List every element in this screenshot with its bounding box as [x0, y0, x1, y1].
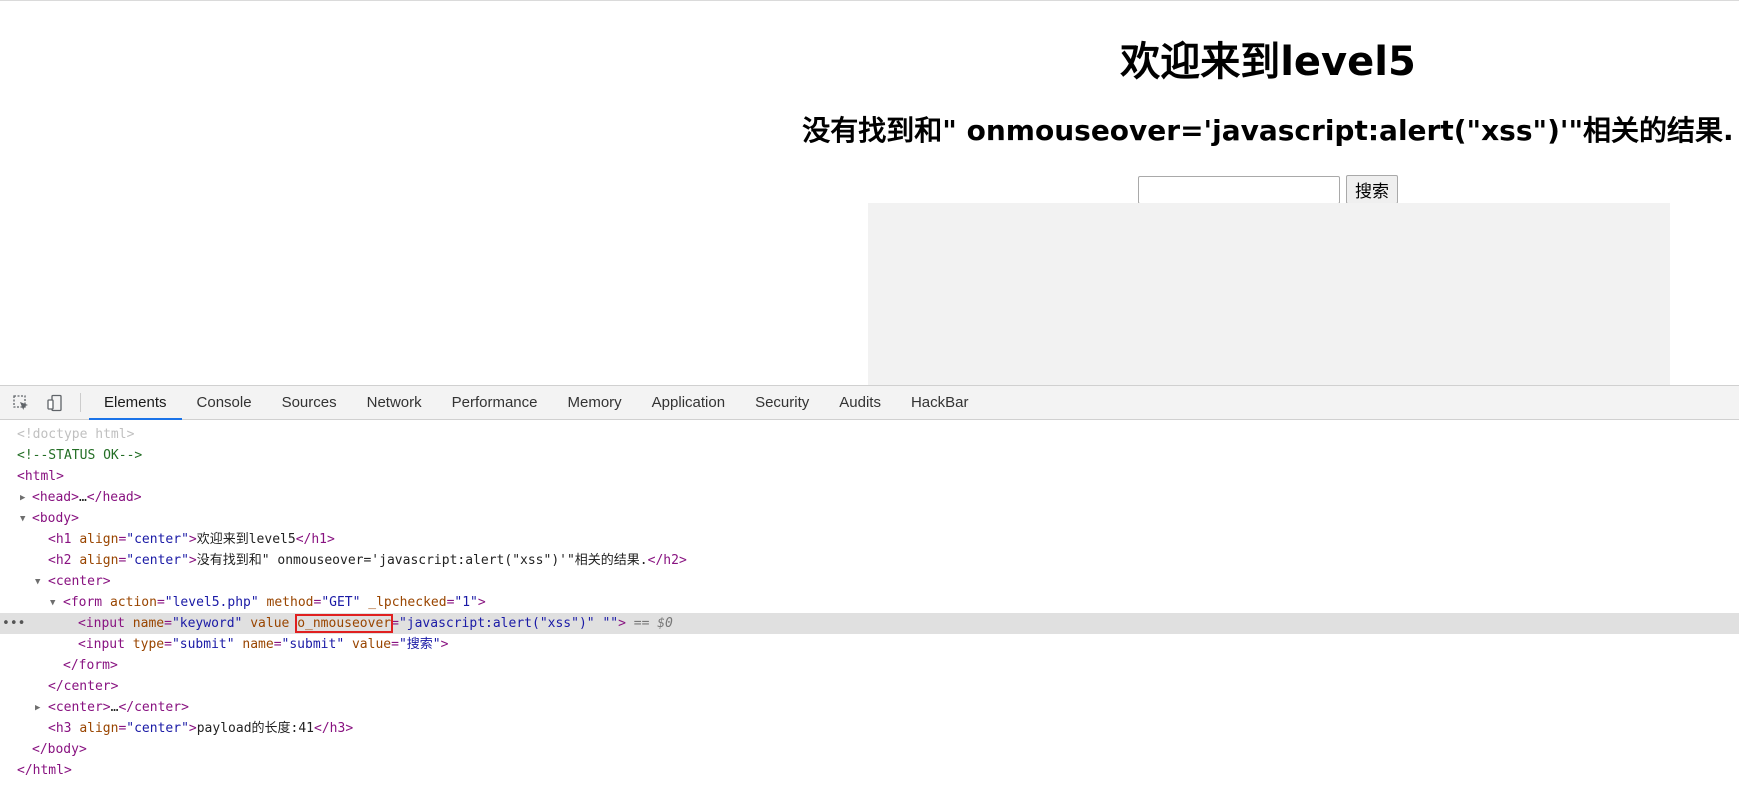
tab-elements[interactable]: Elements: [89, 386, 182, 420]
form-lpchecked-value: "1": [454, 595, 478, 610]
center-open-tag: <center>: [48, 574, 111, 589]
form-lpchecked-attr: _lpchecked: [368, 595, 447, 610]
dom-node-h2[interactable]: <h2 align="center">没有找到和" onmouseover='j…: [0, 550, 1739, 571]
tab-audits[interactable]: Audits: [824, 386, 896, 419]
dom-node-doctype[interactable]: <!doctype html>: [0, 424, 1739, 445]
dom-node-input-submit[interactable]: <input type="submit" name="submit" value…: [0, 634, 1739, 655]
h1-text-node: 欢迎来到level5: [196, 532, 296, 547]
dom-node-head[interactable]: ▶ <head>…</head>: [0, 487, 1739, 508]
page-viewport: 欢迎来到level5 没有找到和" onmouseover='javascrip…: [0, 0, 1739, 385]
tab-sources[interactable]: Sources: [267, 386, 352, 419]
head-close-tag: </head>: [86, 490, 142, 505]
dom-node-center-2[interactable]: ▶ <center>…</center>: [0, 697, 1739, 718]
toolbar-divider: [80, 393, 81, 412]
input1-name-value: "keyword": [171, 616, 243, 631]
input1-empty-attr: "": [602, 616, 619, 631]
collapse-arrow-icon[interactable]: ▼: [50, 593, 55, 614]
devtools-panel: Elements Console Sources Network Perform…: [0, 385, 1739, 785]
collapse-arrow-icon[interactable]: ▼: [20, 509, 25, 530]
dom-node-html[interactable]: <html>: [0, 466, 1739, 487]
injected-attr-value: "javascript:alert("xss")": [398, 616, 595, 631]
tab-console[interactable]: Console: [182, 386, 267, 419]
h2-attr-name: align: [79, 553, 119, 568]
h3-open-tag: <h3: [48, 721, 72, 736]
h3-attr-value: "center": [126, 721, 189, 736]
devtools-toolbar: Elements Console Sources Network Perform…: [0, 386, 1739, 420]
dom-node-body[interactable]: ▼ <body>: [0, 508, 1739, 529]
input2-value-value: "搜索": [398, 637, 441, 652]
collapse-arrow-icon[interactable]: ▼: [35, 572, 40, 593]
input1-name-attr: name: [132, 616, 165, 631]
tab-application[interactable]: Application: [637, 386, 740, 419]
dom-node-form-close[interactable]: </form>: [0, 655, 1739, 676]
dom-node-form[interactable]: ▼ <form action="level5.php" method="GET" …: [0, 592, 1739, 613]
doctype-text: <!doctype html>: [17, 427, 135, 442]
input2-open-tag: <input: [78, 637, 125, 652]
h2-attr-value: "center": [126, 553, 189, 568]
form-method-value: "GET": [321, 595, 361, 610]
center-close-tag: </center>: [48, 679, 119, 694]
input2-type-attr: type: [132, 637, 165, 652]
dom-node-html-close[interactable]: </html>: [0, 760, 1739, 781]
comment-text: <!--STATUS OK-->: [17, 448, 143, 463]
inspect-element-icon[interactable]: [8, 386, 34, 419]
html-close-tag: </html>: [17, 763, 72, 778]
form-action-value: "level5.php": [164, 595, 259, 610]
input2-name-attr: name: [242, 637, 274, 652]
tab-memory[interactable]: Memory: [553, 386, 637, 419]
tab-hackbar[interactable]: HackBar: [896, 386, 984, 419]
form-open-tag: <form: [63, 595, 103, 610]
h2-open-tag: <h2: [48, 553, 72, 568]
injected-attr-highlight: o_nmouseover: [295, 614, 394, 633]
dom-node-comment[interactable]: <!--STATUS OK-->: [0, 445, 1739, 466]
body-close-tag: </body>: [32, 742, 87, 757]
body-open-tag: <body>: [32, 511, 79, 526]
h3-close-tag: </h3>: [314, 721, 354, 736]
form-close-tag: </form>: [63, 658, 118, 673]
page-title: 欢迎来到level5: [1120, 39, 1416, 85]
search-button[interactable]: 搜索: [1346, 175, 1398, 204]
h2-text-node: 没有找到和" onmouseover='javascript:alert("xs…: [196, 553, 648, 568]
dom-node-h3[interactable]: <h3 align="center">payload的长度:41</h3>: [0, 718, 1739, 739]
more-options-icon[interactable]: •••: [2, 613, 25, 634]
head-ellipsis[interactable]: …: [79, 490, 87, 505]
search-form: 搜索: [1138, 175, 1398, 204]
page-image-placeholder: [868, 203, 1670, 385]
h1-open-tag: <h1: [48, 532, 72, 547]
head-open-tag: <head>: [32, 490, 79, 505]
h1-close-tag: </h1>: [295, 532, 335, 547]
center2-open-tag: <center>: [48, 700, 111, 715]
input2-type-value: "submit": [171, 637, 235, 652]
selected-node-indicator: == $0: [633, 616, 673, 631]
dom-node-center[interactable]: ▼ <center>: [0, 571, 1739, 592]
dom-node-body-close[interactable]: </body>: [0, 739, 1739, 760]
center2-close-tag: </center>: [118, 700, 189, 715]
tab-performance[interactable]: Performance: [437, 386, 553, 419]
h3-attr-name: align: [79, 721, 119, 736]
device-toolbar-icon[interactable]: [42, 386, 68, 419]
expand-arrow-icon[interactable]: ▶: [35, 698, 40, 719]
tab-network[interactable]: Network: [352, 386, 437, 419]
h2-close-tag: </h2>: [647, 553, 687, 568]
dom-node-center-close[interactable]: </center>: [0, 676, 1739, 697]
dom-node-h1[interactable]: <h1 align="center">欢迎来到level5</h1>: [0, 529, 1739, 550]
html-open-tag: <html>: [17, 469, 64, 484]
keyword-input[interactable]: [1138, 175, 1340, 204]
form-method-attr: method: [266, 595, 314, 610]
input2-name-value: "submit": [281, 637, 345, 652]
dom-node-input-keyword-selected[interactable]: ••• <input name="keyword" value o_nmouseo…: [0, 613, 1739, 634]
elements-dom-tree: <!doctype html> <!--STATUS OK--> <html> …: [0, 420, 1739, 781]
tab-security[interactable]: Security: [740, 386, 824, 419]
input1-value-attr: value: [250, 616, 290, 631]
search-result-message: 没有找到和" onmouseover='javascript:alert("xs…: [802, 114, 1734, 147]
h3-text-node: payload的长度:41: [196, 721, 315, 736]
input1-open-tag: <input: [78, 616, 125, 631]
input2-value-attr: value: [351, 637, 392, 652]
form-action-attr: action: [109, 595, 157, 610]
h1-attr-value: "center": [126, 532, 189, 547]
h1-attr-name: align: [79, 532, 119, 547]
expand-arrow-icon[interactable]: ▶: [20, 488, 25, 509]
